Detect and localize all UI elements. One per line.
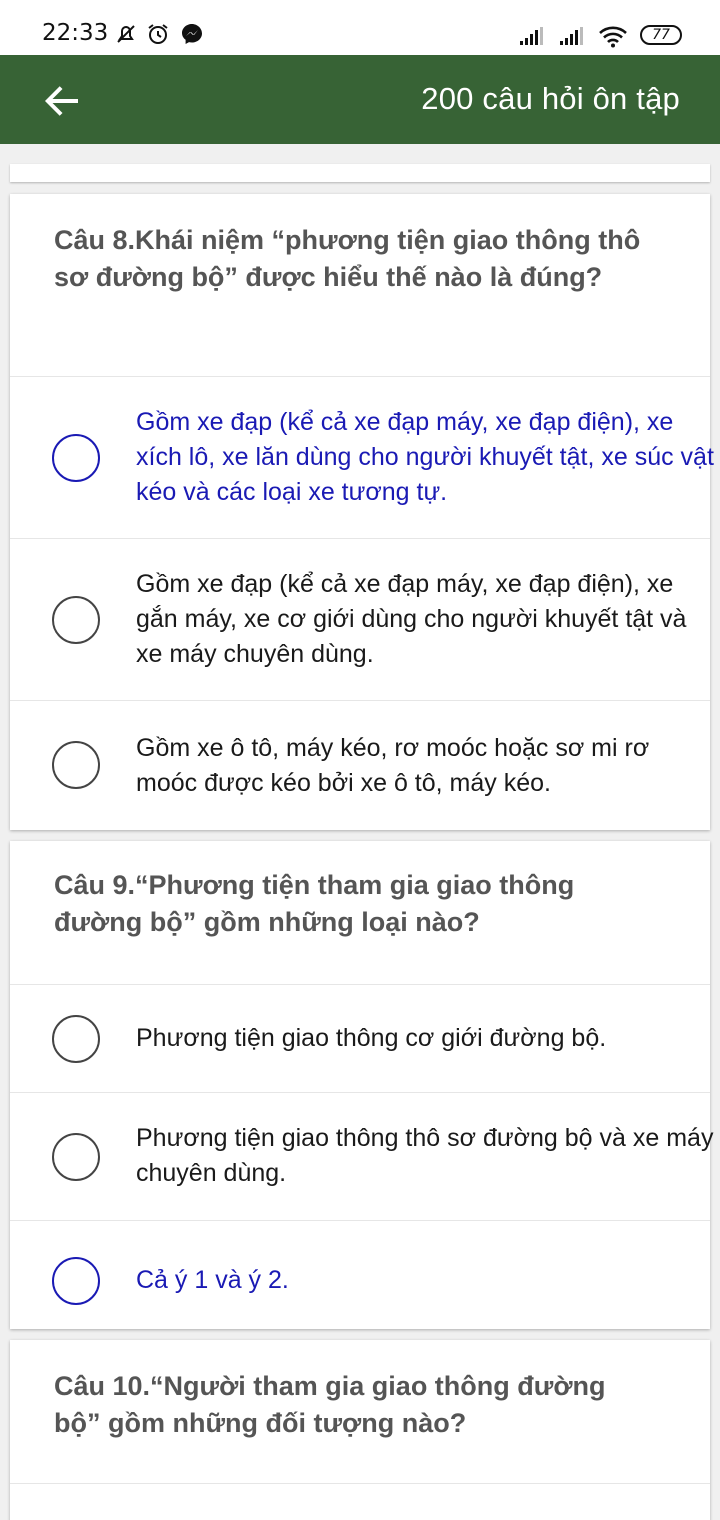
answer-text: Gồm xe đạp (kể cả xe đạp máy, xe đạp điệ… [136,408,714,506]
back-arrow-icon[interactable] [38,77,86,125]
question-text: Câu 10.“Người tham gia giao thông đường … [54,1371,606,1438]
answer-text: Phương tiện giao thông thô sơ đường bộ v… [136,1124,714,1187]
page-title: 200 câu hỏi ôn tập [421,81,680,116]
question-text: Câu 8.Khái niệm “phương tiện giao thông … [54,225,641,292]
previous-question-card [10,164,710,182]
wifi-icon [599,26,627,48]
answer-option[interactable]: Gồm xe đạp (kể cả xe đạp máy, xe đạp điệ… [10,377,714,538]
question-text: Câu 9.“Phương tiện tham gia giao thông đ… [54,870,575,937]
signal-icon [560,27,583,45]
radio-button[interactable] [52,1257,100,1305]
question-card: Câu 8.Khái niệm “phương tiện giao thông … [10,194,714,830]
answer-option[interactable]: Phương tiện giao thông cơ giới đường bộ. [10,985,710,1092]
app-bar: 200 câu hỏi ôn tập [0,55,720,144]
status-time: 22:33 [42,20,109,46]
status-bar: 22:33 77 [0,0,720,55]
radio-button[interactable] [52,741,100,789]
answer-text: Cả ý 1 và ý 2. [136,1266,289,1294]
question-list: Câu 8.Khái niệm “phương tiện giao thông … [0,144,720,1520]
alarm-icon [148,24,168,44]
answer-text: Phương tiện giao thông cơ giới đường bộ. [136,1024,607,1052]
answer-text: Gồm xe ô tô, máy kéo, rơ moóc hoặc sơ mi… [136,734,650,797]
answer-option[interactable]: Gồm xe đạp (kể cả xe đạp máy, xe đạp điệ… [10,539,710,700]
mute-icon [117,25,135,43]
signal-icon [520,27,543,45]
radio-button[interactable] [52,1133,100,1181]
radio-button[interactable] [52,434,100,482]
question-card: Câu 10.“Người tham gia giao thông đường … [10,1340,710,1520]
divider [10,1483,710,1484]
messenger-icon [182,24,202,44]
answer-option[interactable]: Gồm xe ô tô, máy kéo, rơ moóc hoặc sơ mi… [10,701,710,830]
answer-option[interactable]: Phương tiện giao thông thô sơ đường bộ v… [10,1093,713,1220]
battery-icon: 77 [640,25,682,45]
answer-text: Gồm xe đạp (kể cả xe đạp máy, xe đạp điệ… [136,570,687,668]
radio-button[interactable] [52,1015,100,1063]
radio-button[interactable] [52,596,100,644]
answer-option[interactable]: Cả ý 1 và ý 2. [10,1221,710,1329]
question-card: Câu 9.“Phương tiện tham gia giao thông đ… [10,841,713,1329]
